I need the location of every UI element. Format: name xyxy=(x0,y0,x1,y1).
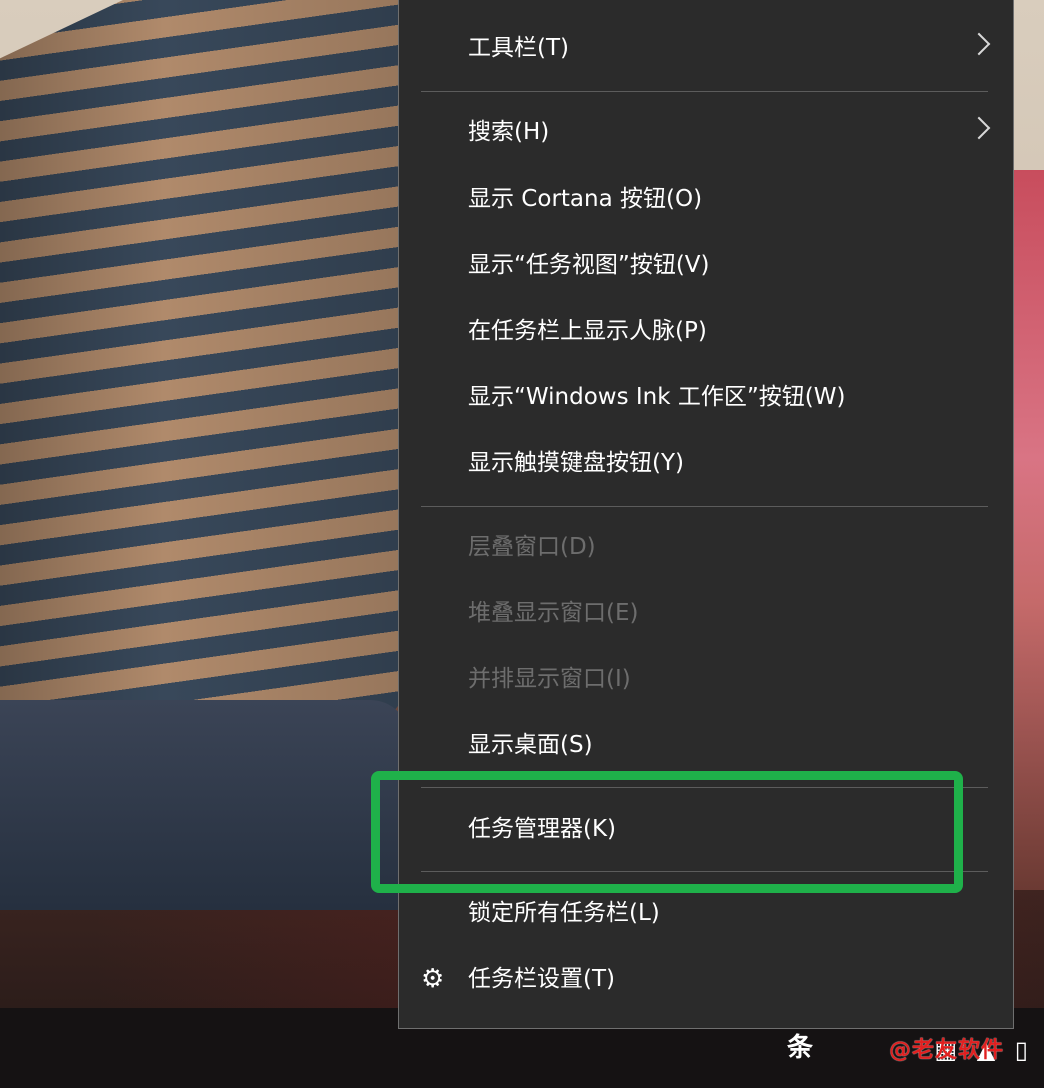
watermark: @老友软件 xyxy=(888,1038,1004,1063)
menu-item-search[interactable]: 搜索(H) xyxy=(399,102,1013,162)
menu-item-side-by-side: 并排显示窗口(I) xyxy=(399,649,1013,709)
gear-icon: ⚙ xyxy=(421,964,445,994)
menu-item-show-task-view[interactable]: 显示“任务视图”按钮(V) xyxy=(399,235,1013,295)
menu-item-label: 堆叠显示窗口(E) xyxy=(468,600,639,626)
wallpaper-shirt-shade xyxy=(0,0,410,730)
menu-item-label: 并排显示窗口(I) xyxy=(468,666,631,692)
menu-item-label: 任务管理器(K) xyxy=(468,816,617,842)
menu-item-label: 层叠窗口(D) xyxy=(468,534,596,560)
menu-item-label: 显示 Cortana 按钮(O) xyxy=(468,186,703,212)
menu-separator xyxy=(421,787,988,788)
menu-item-stack-windows: 堆叠显示窗口(E) xyxy=(399,583,1013,643)
menu-item-show-desktop[interactable]: 显示桌面(S) xyxy=(399,715,1013,775)
menu-item-label: 搜索(H) xyxy=(468,119,550,145)
menu-item-taskbar-settings[interactable]: ⚙ 任务栏设置(T) xyxy=(399,949,1013,1009)
menu-item-label: 显示触摸键盘按钮(Y) xyxy=(468,450,684,476)
menu-item-label: 任务栏设置(T) xyxy=(468,966,615,992)
menu-separator xyxy=(421,506,988,507)
menu-item-lock-taskbars[interactable]: 锁定所有任务栏(L) xyxy=(399,883,1013,943)
menu-item-label: 在任务栏上显示人脉(P) xyxy=(468,318,707,344)
menu-separator xyxy=(421,871,988,872)
menu-item-label: 显示“Windows Ink 工作区”按钮(W) xyxy=(468,384,846,410)
menu-item-show-touch-keyboard[interactable]: 显示触摸键盘按钮(Y) xyxy=(399,433,1013,493)
menu-item-label: 显示“任务视图”按钮(V) xyxy=(468,252,710,278)
menu-separator xyxy=(421,91,988,92)
menu-item-cascade-windows: 层叠窗口(D) xyxy=(399,517,1013,577)
menu-item-label: 锁定所有任务栏(L) xyxy=(468,900,660,926)
chevron-right-icon xyxy=(967,32,991,56)
wallpaper-jeans xyxy=(0,700,410,910)
menu-item-toolbars[interactable]: 工具栏(T) xyxy=(399,18,1013,78)
menu-item-label: 工具栏(T) xyxy=(468,35,569,61)
menu-item-show-windows-ink[interactable]: 显示“Windows Ink 工作区”按钮(W) xyxy=(399,367,1013,427)
menu-item-label: 显示桌面(S) xyxy=(468,732,593,758)
menu-item-show-people[interactable]: 在任务栏上显示人脉(P) xyxy=(399,301,1013,361)
taskbar-context-menu[interactable]: 工具栏(T) 搜索(H) 显示 Cortana 按钮(O) 显示“任务视图”按钮… xyxy=(398,0,1014,1029)
menu-item-show-cortana[interactable]: 显示 Cortana 按钮(O) xyxy=(399,169,1013,229)
menu-item-task-manager[interactable]: 任务管理器(K) xyxy=(399,799,1013,859)
chevron-right-icon xyxy=(967,116,991,140)
